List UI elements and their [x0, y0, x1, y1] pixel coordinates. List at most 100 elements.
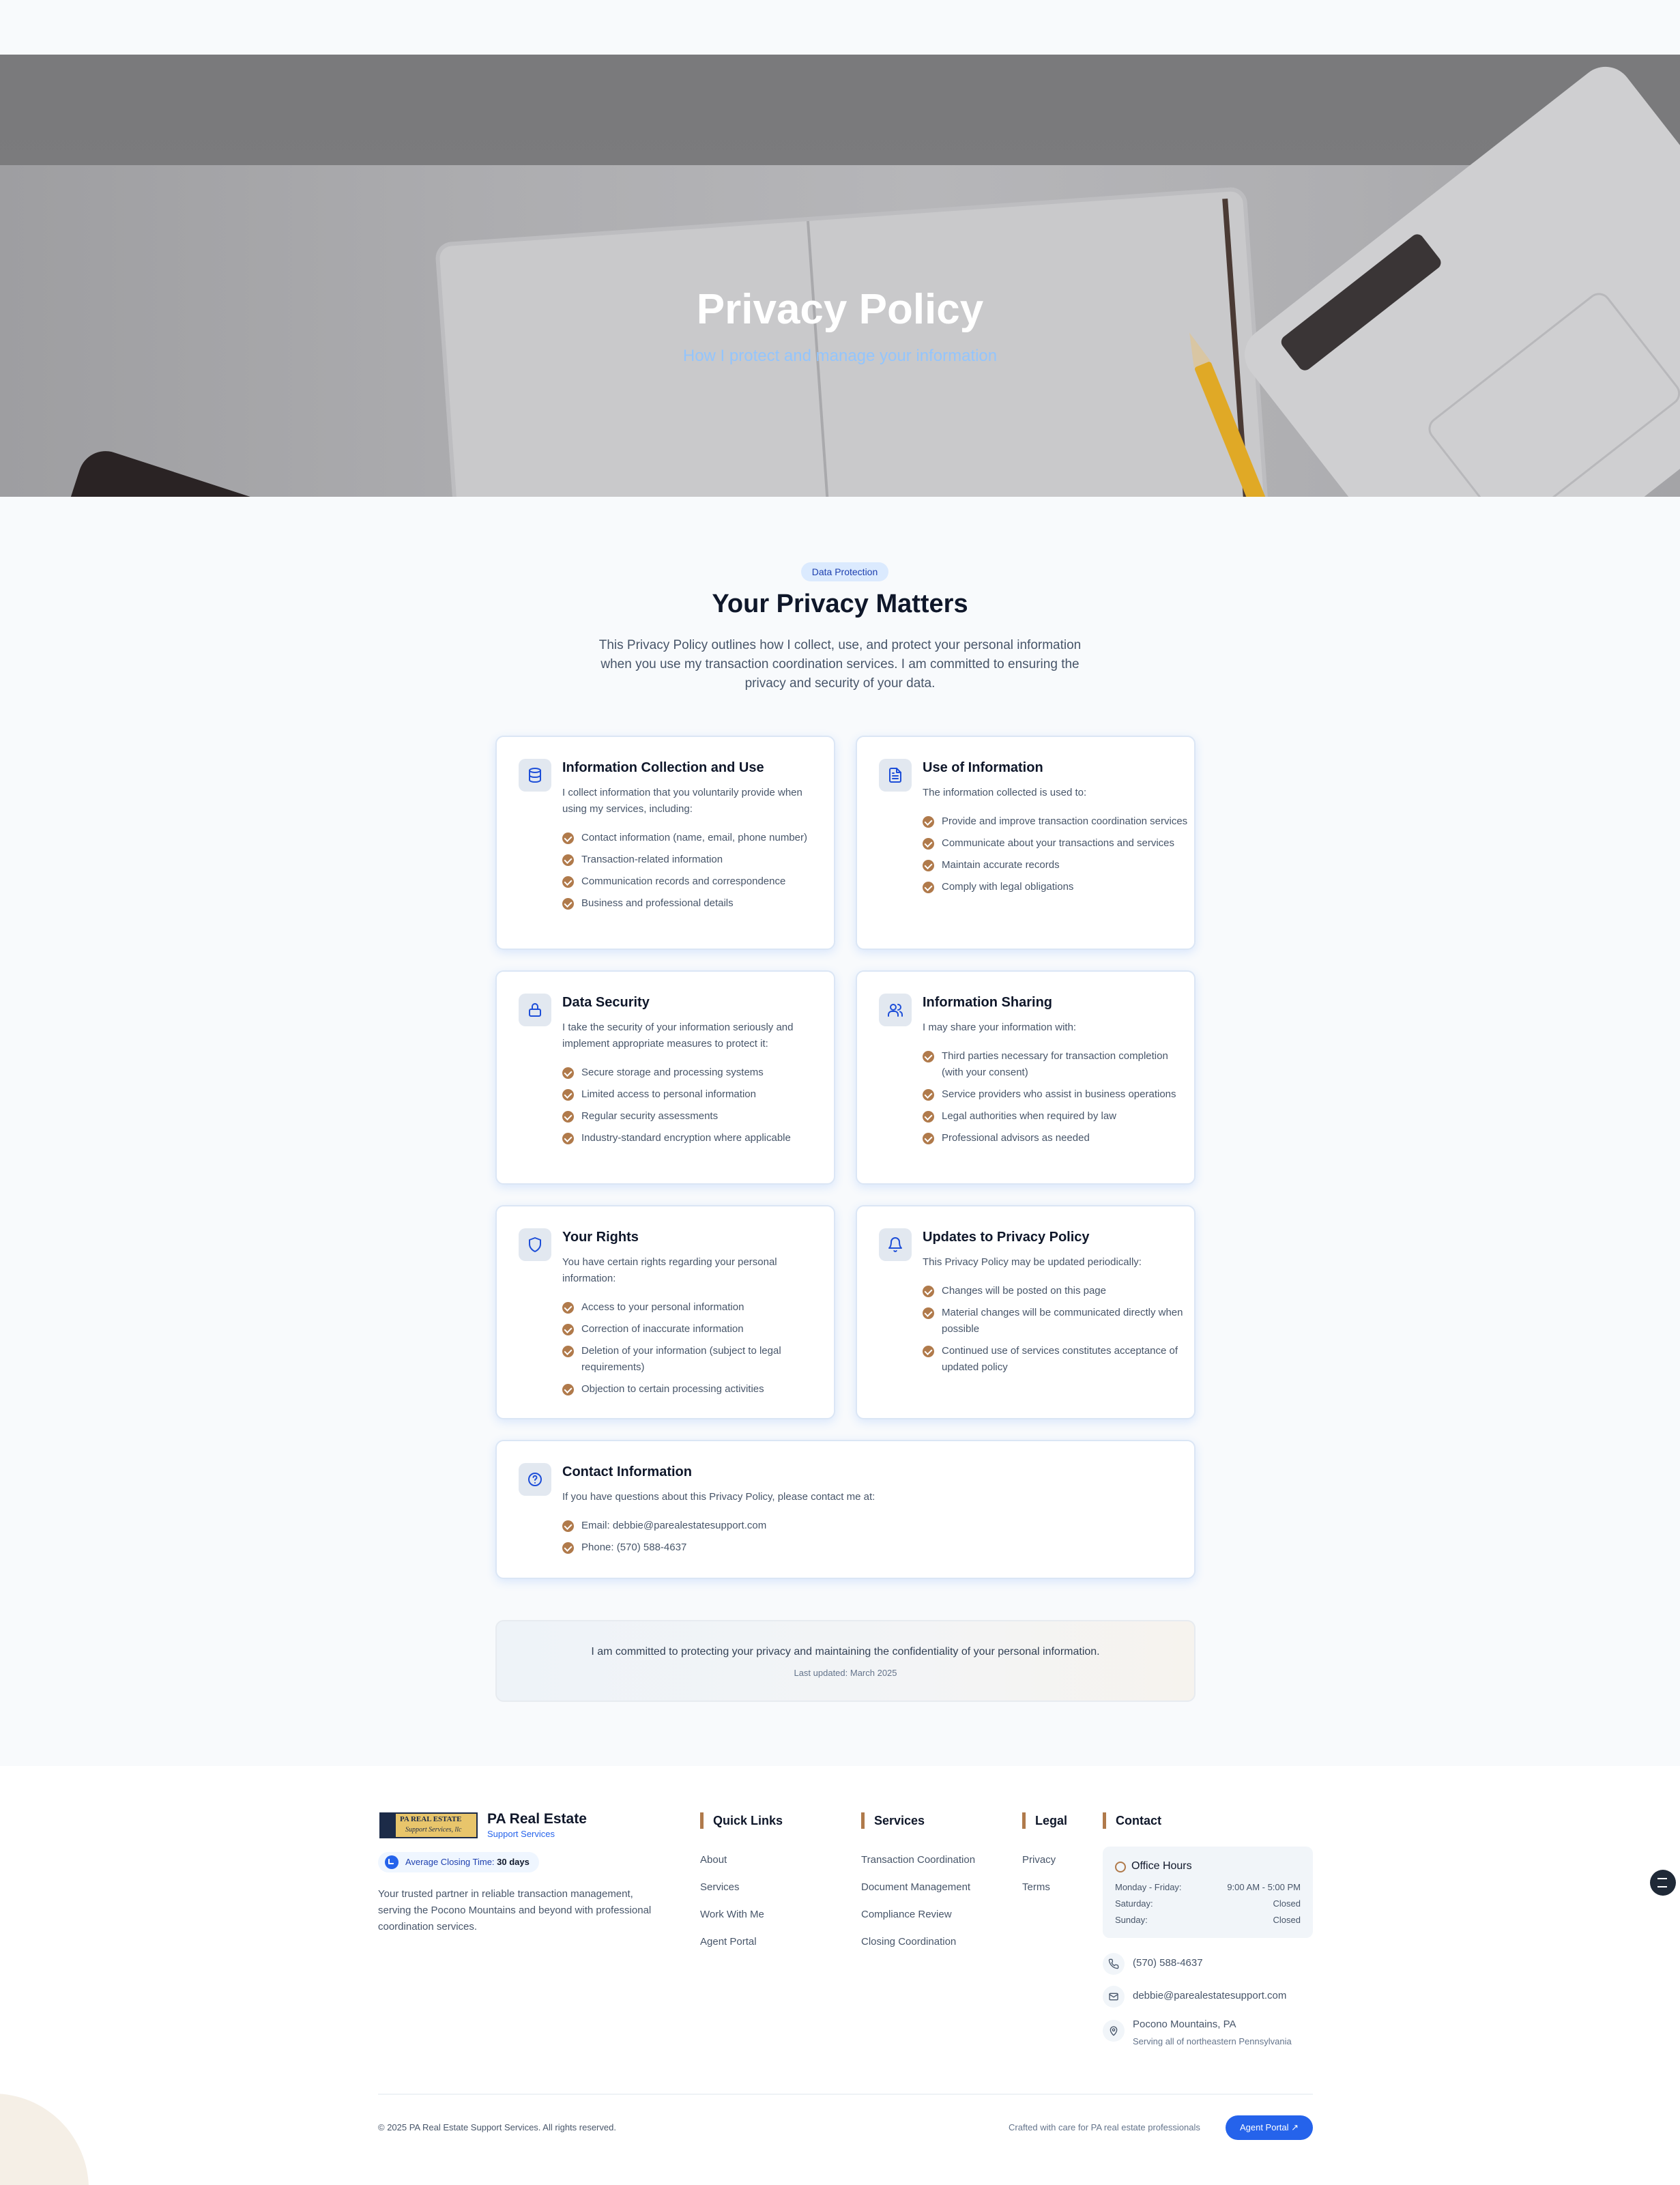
- card-information-sharing: Information Sharing I may share your inf…: [856, 970, 1196, 1185]
- footer-link-privacy[interactable]: Privacy: [1022, 1853, 1056, 1881]
- card-contact-information: Contact Information If you have question…: [495, 1440, 1196, 1579]
- check-icon: [562, 1346, 574, 1357]
- card-use-of-information: Use of Information The information colle…: [856, 736, 1196, 950]
- quick-links-list: About Services Work With Me Agent Portal: [700, 1853, 764, 1963]
- legal-list: Privacy Terms: [1022, 1853, 1056, 1908]
- footer-link-compliance-review[interactable]: Compliance Review: [861, 1908, 975, 1935]
- check-icon: [562, 1302, 574, 1314]
- help-icon: [519, 1463, 551, 1496]
- card-description: I may share your information with:: [923, 1022, 1077, 1033]
- card-list: Secure storage and processing systems Li…: [562, 1065, 828, 1152]
- footer-phone[interactable]: (570) 588-4637: [1133, 1957, 1203, 1969]
- card-list: Contact information (name, email, phone …: [562, 830, 828, 917]
- crafted-text: Crafted with care for PA real estate pro…: [1009, 2122, 1200, 2132]
- floating-menu-button[interactable]: [1650, 1870, 1676, 1896]
- last-updated: Last updated: March 2025: [794, 1668, 897, 1678]
- users-icon: [879, 994, 912, 1026]
- contact-title: Contact: [1103, 1812, 1161, 1829]
- footer-email[interactable]: debbie@parealestatesupport.com: [1133, 1990, 1286, 2001]
- office-hours-box: Office Hours Monday - Friday: 9:00 AM - 5…: [1103, 1847, 1313, 1938]
- list-item: Changes will be posted on this page: [923, 1283, 1189, 1299]
- check-icon: [562, 833, 574, 844]
- footer-link-transaction-coordination[interactable]: Transaction Coordination: [861, 1853, 975, 1881]
- location-pin-icon: [1103, 2020, 1125, 2042]
- list-item: Material changes will be communicated di…: [923, 1305, 1189, 1337]
- check-icon: [923, 1051, 934, 1062]
- list-item: Maintain accurate records: [923, 857, 1189, 873]
- shield-icon: [519, 1228, 551, 1261]
- card-description: I collect information that you voluntari…: [562, 787, 802, 815]
- check-icon: [562, 1089, 574, 1101]
- company-logo[interactable]: PA REAL ESTATE Support Services, llc: [379, 1812, 478, 1838]
- hours-row: Saturday: Closed: [1115, 1898, 1301, 1909]
- check-icon: [562, 1133, 574, 1144]
- hero-banner: Privacy Policy How I protect and manage …: [0, 55, 1680, 497]
- check-icon: [562, 854, 574, 866]
- lock-icon: [519, 994, 551, 1026]
- hero-band: [0, 55, 1680, 165]
- list-item: Continued use of services constitutes ac…: [923, 1343, 1189, 1376]
- list-item: Legal authorities when required by law: [923, 1108, 1189, 1125]
- card-description: The information collected is used to:: [923, 787, 1087, 798]
- footer-link-about[interactable]: About: [700, 1853, 764, 1881]
- check-icon: [923, 882, 934, 893]
- section-title: Your Privacy Matters: [712, 590, 968, 618]
- card-updates-to-policy: Updates to Privacy Policy This Privacy P…: [856, 1205, 1196, 1419]
- list-item: Limited access to personal information: [562, 1086, 828, 1103]
- services-title: Services: [861, 1812, 925, 1829]
- footer-location-sub: Serving all of northeastern Pennsylvania: [1133, 2036, 1292, 2046]
- card-title: Updates to Privacy Policy: [923, 1230, 1090, 1245]
- list-item: Industry-standard encryption where appli…: [562, 1130, 828, 1146]
- card-list: Provide and improve transaction coordina…: [923, 813, 1189, 901]
- hero-subtitle: How I protect and manage your informatio…: [682, 347, 998, 365]
- footer-link-document-management[interactable]: Document Management: [861, 1881, 975, 1908]
- intro-text: This Privacy Policy outlines how I colle…: [598, 638, 1082, 691]
- card-list: Changes will be posted on this page Mate…: [923, 1283, 1189, 1381]
- footer-link-terms[interactable]: Terms: [1022, 1881, 1056, 1908]
- legal-title: Legal: [1022, 1812, 1067, 1829]
- footer-link-closing-coordination[interactable]: Closing Coordination: [861, 1935, 975, 1963]
- check-icon: [562, 1542, 574, 1554]
- list-item: Communication records and correspondence: [562, 873, 828, 890]
- quick-links-title: Quick Links: [700, 1812, 783, 1829]
- card-title: Use of Information: [923, 760, 1043, 775]
- card-title: Contact Information: [562, 1464, 692, 1479]
- list-item: Secure storage and processing systems: [562, 1065, 828, 1081]
- check-icon: [923, 1089, 934, 1101]
- card-description: I take the security of your information …: [562, 1022, 794, 1050]
- check-icon: [562, 898, 574, 910]
- card-list: Access to your personal information Corr…: [562, 1299, 828, 1403]
- closing-time-badge: Average Closing Time: 30 days: [378, 1852, 539, 1872]
- hero-title: Privacy Policy: [696, 286, 984, 333]
- check-icon: [562, 1111, 574, 1123]
- check-icon: [562, 1384, 574, 1395]
- card-title: Data Security: [562, 995, 650, 1010]
- footer-link-agent-portal[interactable]: Agent Portal: [700, 1935, 764, 1963]
- brand-name: PA Real Estate: [487, 1811, 587, 1827]
- list-item: Communicate about your transactions and …: [923, 835, 1189, 852]
- list-item: Email: debbie@parealestatesupport.com: [562, 1518, 1163, 1534]
- card-title: Your Rights: [562, 1230, 639, 1245]
- external-link-icon: ↗: [1291, 2122, 1299, 2132]
- commitment-box: I am committed to protecting your privac…: [495, 1620, 1196, 1702]
- footer-link-services[interactable]: Services: [700, 1881, 764, 1908]
- footer-divider: [378, 2094, 1313, 2095]
- footer-link-work-with-me[interactable]: Work With Me: [700, 1908, 764, 1935]
- check-icon: [923, 1111, 934, 1123]
- card-title: Information Sharing: [923, 995, 1052, 1010]
- card-your-rights: Your Rights You have certain rights rega…: [495, 1205, 835, 1419]
- decorative-circle: [0, 2094, 89, 2185]
- services-list: Transaction Coordination Document Manage…: [861, 1853, 975, 1963]
- card-data-security: Data Security I take the security of you…: [495, 970, 835, 1185]
- phone-icon: [1103, 1953, 1125, 1975]
- data-protection-badge: Data Protection: [801, 562, 888, 581]
- database-icon: [519, 759, 551, 792]
- clock-icon: [385, 1855, 399, 1869]
- agent-portal-button[interactable]: Agent Portal ↗: [1226, 2115, 1313, 2140]
- card-information-collection: Information Collection and Use I collect…: [495, 736, 835, 950]
- check-icon: [562, 1067, 574, 1079]
- check-icon: [923, 1346, 934, 1357]
- check-icon: [562, 1324, 574, 1335]
- check-icon: [923, 1307, 934, 1319]
- copyright: © 2025 PA Real Estate Support Services. …: [378, 2122, 616, 2132]
